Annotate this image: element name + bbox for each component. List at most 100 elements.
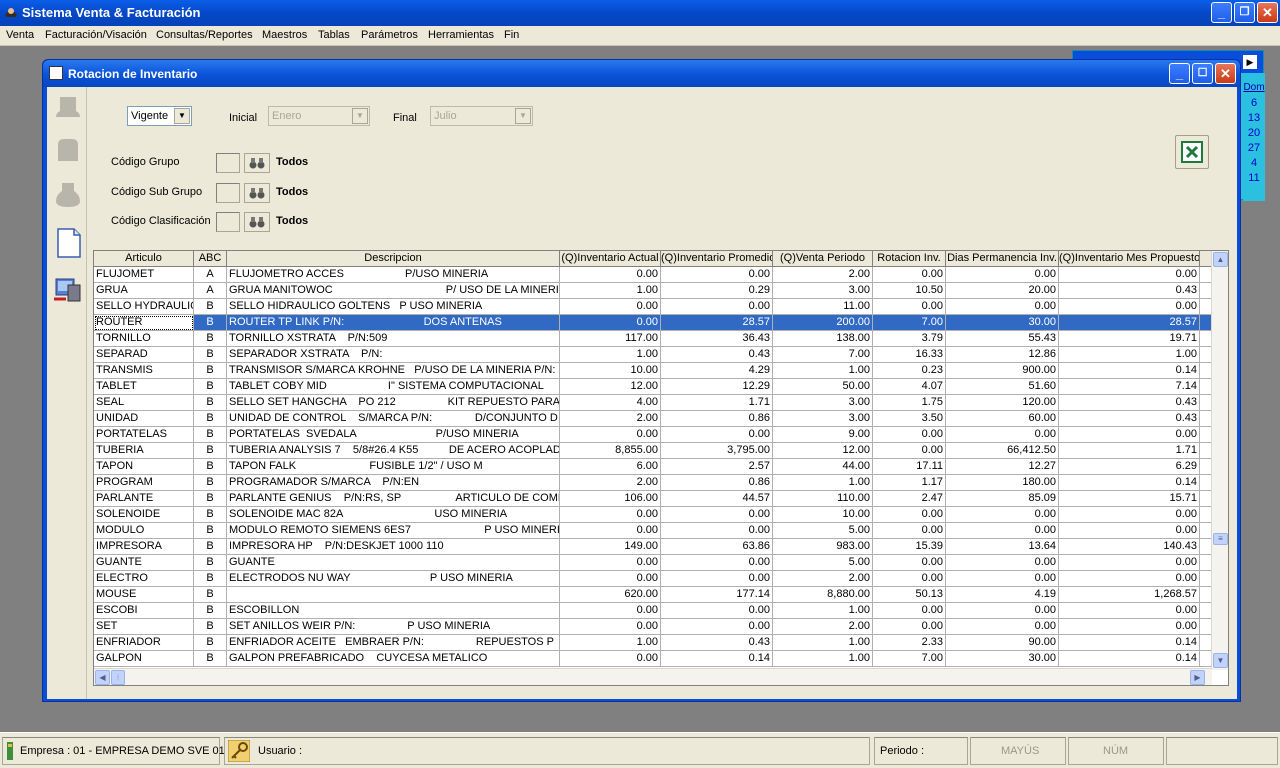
cell-venta-periodo[interactable]: 983.00 — [773, 539, 873, 555]
cell-dias-permanencia[interactable]: 0.00 — [946, 603, 1059, 619]
cell-abc[interactable]: B — [194, 315, 227, 331]
cell-rotacion[interactable]: 50.13 — [873, 587, 946, 603]
cell-inv-promedio[interactable]: 36.43 — [661, 331, 773, 347]
cell-abc[interactable]: B — [194, 299, 227, 315]
cell-inv-promedio[interactable]: 12.29 — [661, 379, 773, 395]
cell-abc[interactable]: B — [194, 347, 227, 363]
cell-inv-mes-propuesto[interactable]: 0.43 — [1059, 395, 1200, 411]
child-close-button[interactable]: ✕ — [1215, 63, 1236, 84]
cell-abc[interactable]: B — [194, 507, 227, 523]
cell-venta-periodo[interactable]: 3.00 — [773, 411, 873, 427]
table-row[interactable]: PARLANTE B PARLANTE GENIUS P/N:RS, SP ARTI… — [94, 491, 1212, 507]
cell-rotacion[interactable]: 16.33 — [873, 347, 946, 363]
scroll-thumb[interactable]: ≡ — [1213, 533, 1228, 545]
cell-descripcion[interactable]: TAPON FALK FUSIBLE 1/2" / USO M — [227, 459, 560, 475]
cell-inv-promedio[interactable]: 0.00 — [661, 555, 773, 571]
table-row[interactable]: GALPON B GALPON PREFABRICADO CUYCESA METAL… — [94, 651, 1212, 667]
table-row[interactable]: TRANSMIS B TRANSMISOR S/MARCA KROHNE P/USO… — [94, 363, 1212, 379]
cell-dias-permanencia[interactable]: 55.43 — [946, 331, 1059, 347]
cell-venta-periodo[interactable]: 1.00 — [773, 635, 873, 651]
column-header-inv-actual[interactable]: (Q)Inventario Actual — [560, 251, 661, 267]
cell-inv-promedio[interactable]: 63.86 — [661, 539, 773, 555]
cell-articulo[interactable]: GRUA — [94, 283, 194, 299]
grupo-find-button[interactable] — [244, 153, 270, 173]
table-row[interactable]: ENFRIADOR B ENFRIADOR ACEITE EMBRAER P/N: … — [94, 635, 1212, 651]
cell-inv-actual[interactable]: 106.00 — [560, 491, 661, 507]
cell-articulo[interactable]: ESCOBI — [94, 603, 194, 619]
cell-dias-permanencia[interactable]: 0.00 — [946, 267, 1059, 283]
cell-rotacion[interactable]: 1.17 — [873, 475, 946, 491]
table-row[interactable]: SOLENOIDE B SOLENOIDE MAC 82A USO MINERIA 0… — [94, 507, 1212, 523]
cell-venta-periodo[interactable]: 200.00 — [773, 315, 873, 331]
cell-inv-mes-propuesto[interactable]: 140.43 — [1059, 539, 1200, 555]
calendar-day[interactable]: 13 — [1243, 112, 1265, 124]
menu-venta[interactable]: Venta — [6, 29, 34, 41]
column-header-inv-promedio[interactable]: (Q)Inventario Promedio — [661, 251, 773, 267]
cell-articulo[interactable]: TAPON — [94, 459, 194, 475]
column-header-dias-permanencia[interactable]: Dias Permanencia Inv. — [946, 251, 1059, 267]
cell-rotacion[interactable]: 15.39 — [873, 539, 946, 555]
cell-inv-mes-propuesto[interactable]: 0.43 — [1059, 411, 1200, 427]
scroll-right-icon[interactable]: ▶ — [1190, 670, 1205, 685]
cell-venta-periodo[interactable]: 8,880.00 — [773, 587, 873, 603]
cell-inv-promedio[interactable]: 28.57 — [661, 315, 773, 331]
cell-inv-promedio[interactable]: 0.86 — [661, 475, 773, 491]
table-row[interactable]: ELECTRO B ELECTRODOS NU WAY P USO MINERIA 0… — [94, 571, 1212, 587]
child-minimize-button[interactable]: _ — [1169, 63, 1190, 84]
estado-select[interactable]: Vigente ▼ — [127, 106, 192, 126]
cell-descripcion[interactable]: GALPON PREFABRICADO CUYCESA METALICO — [227, 651, 560, 667]
table-row[interactable]: PROGRAM B PROGRAMADOR S/MARCA P/N:EN 2.00 0.… — [94, 475, 1212, 491]
calendar-day[interactable]: 20 — [1243, 127, 1265, 139]
horizontal-scrollbar[interactable]: ◀ ⦙ ▶ — [94, 668, 1212, 685]
cell-inv-promedio[interactable]: 0.43 — [661, 347, 773, 363]
cell-inv-mes-propuesto[interactable]: 0.00 — [1059, 299, 1200, 315]
scroll-up-icon[interactable]: ▲ — [1213, 252, 1228, 267]
cell-abc[interactable]: B — [194, 379, 227, 395]
cell-articulo[interactable]: SEPARAD — [94, 347, 194, 363]
cell-venta-periodo[interactable]: 10.00 — [773, 507, 873, 523]
cell-inv-actual[interactable]: 10.00 — [560, 363, 661, 379]
cell-rotacion[interactable]: 0.00 — [873, 571, 946, 587]
cell-abc[interactable]: B — [194, 555, 227, 571]
cell-inv-actual[interactable]: 12.00 — [560, 379, 661, 395]
cell-dias-permanencia[interactable]: 0.00 — [946, 523, 1059, 539]
cell-inv-mes-propuesto[interactable]: 1.00 — [1059, 347, 1200, 363]
cell-inv-promedio[interactable]: 0.00 — [661, 523, 773, 539]
cell-inv-mes-propuesto[interactable]: 7.14 — [1059, 379, 1200, 395]
chevron-down-icon[interactable]: ▼ — [352, 108, 368, 124]
cell-abc[interactable]: B — [194, 571, 227, 587]
table-row[interactable]: GUANTE B GUANTE 0.00 0.00 5.00 0.00 0.00 0.00 — [94, 555, 1212, 571]
cell-inv-actual[interactable]: 0.00 — [560, 427, 661, 443]
column-header-articulo[interactable]: Articulo — [94, 251, 194, 267]
cell-articulo[interactable]: TABLET — [94, 379, 194, 395]
final-select[interactable]: Julio ▼ — [430, 106, 533, 126]
menu-herramientas[interactable]: Herramientas — [428, 29, 494, 41]
table-row[interactable]: FLUJOMET A FLUJOMETRO ACCES P/USO MINERIA 0… — [94, 267, 1212, 283]
cell-abc[interactable]: B — [194, 603, 227, 619]
cell-descripcion[interactable]: SELLO HIDRAULICO GOLTENS P USO MINERIA — [227, 299, 560, 315]
cell-abc[interactable]: B — [194, 459, 227, 475]
cell-abc[interactable]: B — [194, 523, 227, 539]
cell-inv-mes-propuesto[interactable]: 0.14 — [1059, 475, 1200, 491]
cell-inv-mes-propuesto[interactable]: 19.71 — [1059, 331, 1200, 347]
cell-dias-permanencia[interactable]: 85.09 — [946, 491, 1059, 507]
table-row[interactable]: SEPARAD B SEPARADOR XSTRATA P/N: 1.00 0.43 7.… — [94, 347, 1212, 363]
cell-venta-periodo[interactable]: 2.00 — [773, 571, 873, 587]
table-row[interactable]: ESCOBI B ESCOBILLON 0.00 0.00 1.00 0.00 0.00 0.0… — [94, 603, 1212, 619]
cell-venta-periodo[interactable]: 11.00 — [773, 299, 873, 315]
cell-descripcion[interactable]: PORTATELAS SVEDALA P/USO MINERIA — [227, 427, 560, 443]
clasificacion-find-button[interactable] — [244, 212, 270, 232]
cell-inv-promedio[interactable]: 2.57 — [661, 459, 773, 475]
cell-rotacion[interactable]: 0.00 — [873, 603, 946, 619]
codigo-subgrupo-input[interactable] — [216, 183, 240, 203]
cell-articulo[interactable]: ENFRIADOR — [94, 635, 194, 651]
cell-inv-mes-propuesto[interactable]: 0.00 — [1059, 555, 1200, 571]
cell-dias-permanencia[interactable]: 4.19 — [946, 587, 1059, 603]
cell-inv-actual[interactable]: 0.00 — [560, 523, 661, 539]
cell-descripcion[interactable]: TABLET COBY MID I" SISTEMA COMPUTACIONAL — [227, 379, 560, 395]
cell-abc[interactable]: B — [194, 475, 227, 491]
table-row[interactable]: UNIDAD B UNIDAD DE CONTROL S/MARCA P/N: D/… — [94, 411, 1212, 427]
cell-inv-promedio[interactable]: 0.00 — [661, 571, 773, 587]
menu-facturacion[interactable]: Facturación/Visación — [45, 29, 147, 41]
cell-venta-periodo[interactable]: 3.00 — [773, 395, 873, 411]
